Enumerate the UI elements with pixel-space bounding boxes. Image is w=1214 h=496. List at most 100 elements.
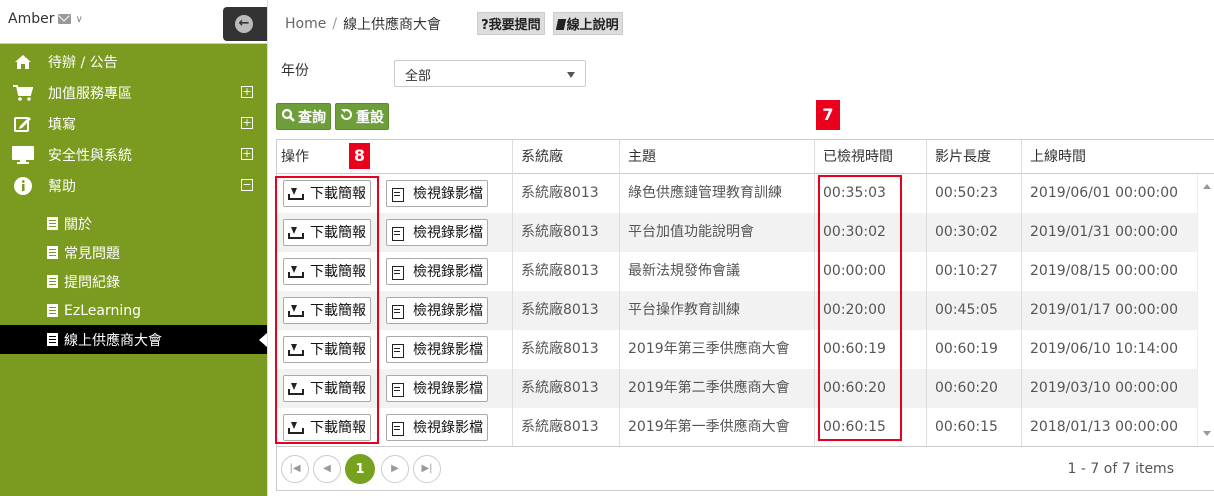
cell-vendor: 系統廠8013 xyxy=(512,174,619,213)
collapse-icon[interactable]: − xyxy=(241,179,253,191)
search-icon xyxy=(281,108,295,126)
cell-topic: 平台操作教育訓練 xyxy=(619,291,814,330)
view-recording-label: 檢視錄影檔 xyxy=(413,341,483,358)
chevron-down-icon: ∨ xyxy=(75,13,83,25)
grid-body: 下載簡報 檢視錄影檔 系統廠8013 綠色供應鏈管理教育訓練 00:35:03 00:50… xyxy=(277,174,1197,447)
cell-online-time: 2019/01/17 00:00:00 xyxy=(1021,291,1197,330)
search-button[interactable]: 查詢 xyxy=(276,103,331,130)
expand-icon[interactable]: + xyxy=(241,148,253,160)
last-page-button[interactable]: ▶| xyxy=(413,455,441,483)
column-header-online-time[interactable]: 上線時間 xyxy=(1021,140,1197,174)
breadcrumb-separator: / xyxy=(332,15,338,32)
column-header-vendor[interactable]: 系統廠 xyxy=(512,140,619,174)
pager-info: 1 - 7 of 7 items xyxy=(1067,461,1174,477)
first-page-button[interactable]: |◀ xyxy=(281,455,309,483)
document-icon xyxy=(47,275,58,288)
expand-icon[interactable]: + xyxy=(241,117,253,129)
scroll-up-icon[interactable] xyxy=(1203,184,1211,189)
cell-video-length: 00:60:15 xyxy=(926,408,1021,447)
refresh-icon xyxy=(340,108,353,125)
view-recording-button[interactable]: 檢視錄影檔 xyxy=(386,414,488,441)
sidebar-subitem-label: 提問紀錄 xyxy=(64,274,120,291)
sidebar-item-label: 幫助 xyxy=(48,178,76,195)
year-select[interactable]: 全部 xyxy=(394,60,586,87)
column-header-viewed-time[interactable]: 已檢視時間 xyxy=(814,140,926,174)
scroll-down-icon[interactable] xyxy=(1203,431,1211,436)
view-recording-label: 檢視錄影檔 xyxy=(413,419,483,436)
search-button-label: 查詢 xyxy=(298,109,326,126)
view-recording-button[interactable]: 檢視錄影檔 xyxy=(386,336,488,363)
sidebar-item-value-added[interactable]: 加值服務專區 + xyxy=(0,77,267,108)
sidebar-item-security[interactable]: 安全性與系統 + xyxy=(0,139,267,170)
view-recording-button[interactable]: 檢視錄影檔 xyxy=(386,219,488,246)
sidebar-subitem-label: 關於 xyxy=(64,216,92,233)
main-content: Home / 線上供應商大會 ?我要提問 線上說明 年份 全部 查詢 重設 操作… xyxy=(267,0,1214,496)
sidebar-item-label: 填寫 xyxy=(48,116,76,133)
cell-online-time: 2019/01/31 00:00:00 xyxy=(1021,213,1197,252)
cell-online-time: 2019/08/15 00:00:00 xyxy=(1021,252,1197,291)
document-icon xyxy=(47,304,58,317)
arrow-left-icon: ← xyxy=(235,15,253,33)
viewed-time-highlight-box xyxy=(818,175,902,441)
document-icon xyxy=(47,217,58,230)
view-recording-label: 檢視錄影檔 xyxy=(413,302,483,319)
mail-icon xyxy=(58,14,72,24)
year-label: 年份 xyxy=(281,63,309,79)
sidebar-item-todo[interactable]: 待辦 / 公告 xyxy=(0,46,267,77)
table-row: 下載簡報 檢視錄影檔 系統廠8013 平台操作教育訓練 00:20:00 00:45:05… xyxy=(277,291,1197,330)
grid-header: 操作 系統廠 主題 已檢視時間 影片長度 上線時間 xyxy=(277,140,1214,174)
sidebar-subitem-faq[interactable]: 常見問題 xyxy=(0,238,267,267)
sidebar-subitem-question-history[interactable]: 提問紀錄 xyxy=(0,267,267,296)
column-header-topic[interactable]: 主題 xyxy=(619,140,814,174)
cell-vendor: 系統廠8013 xyxy=(512,252,619,291)
callout-badge-7: 7 xyxy=(816,100,840,130)
view-recording-button[interactable]: 檢視錄影檔 xyxy=(386,180,488,207)
online-manual-button[interactable]: 線上說明 xyxy=(552,12,623,35)
file-icon xyxy=(391,187,404,202)
file-icon xyxy=(391,304,404,319)
column-header-video-length[interactable]: 影片長度 xyxy=(926,140,1021,174)
view-recording-button[interactable]: 檢視錄影檔 xyxy=(386,297,488,324)
cell-topic: 最新法規發佈會議 xyxy=(619,252,814,291)
cell-video-length: 00:60:20 xyxy=(926,369,1021,408)
sidebar-item-help[interactable]: 幫助 − xyxy=(0,170,267,201)
ask-question-button[interactable]: ?我要提問 xyxy=(477,12,545,35)
table-row: 下載簡報 檢視錄影檔 系統廠8013 2019年第一季供應商大會 00:60:15 00:… xyxy=(277,408,1197,447)
view-recording-label: 檢視錄影檔 xyxy=(413,380,483,397)
home-icon xyxy=(11,52,35,72)
edit-icon xyxy=(11,114,35,134)
cell-topic: 2019年第二季供應商大會 xyxy=(619,369,814,408)
cell-topic: 綠色供應鏈管理教育訓練 xyxy=(619,174,814,213)
user-menu[interactable]: Amber ∨ xyxy=(8,11,83,27)
sidebar-subitem-label: EzLearning xyxy=(64,302,141,319)
sidebar-item-fill[interactable]: 填寫 + xyxy=(0,108,267,139)
cell-vendor: 系統廠8013 xyxy=(512,213,619,252)
table-row: 下載簡報 檢視錄影檔 系統廠8013 2019年第三季供應商大會 00:60:19 00:… xyxy=(277,330,1197,369)
sidebar-subitem-label: 常見問題 xyxy=(64,245,120,262)
sidebar-subitem-ezlearning[interactable]: EzLearning xyxy=(0,296,267,325)
sidebar-subitem-about[interactable]: 關於 xyxy=(0,209,267,238)
grid-scrollbar[interactable] xyxy=(1197,174,1214,446)
next-page-button[interactable]: ▶ xyxy=(381,455,409,483)
view-recording-button[interactable]: 檢視錄影檔 xyxy=(386,375,488,402)
breadcrumb-home-link[interactable]: Home xyxy=(285,16,326,32)
file-icon xyxy=(391,265,404,280)
cell-online-time: 2018/01/13 00:00:00 xyxy=(1021,408,1197,447)
sidebar-subitem-online-supplier-meeting[interactable]: 線上供應商大會 xyxy=(0,325,267,354)
cell-vendor: 系統廠8013 xyxy=(512,369,619,408)
view-recording-button[interactable]: 檢視錄影檔 xyxy=(386,258,488,285)
sidebar-header: Amber ∨ ← xyxy=(0,0,267,44)
online-manual-label: 線上說明 xyxy=(566,18,619,33)
prev-page-button[interactable]: ◀ xyxy=(313,455,341,483)
sidebar-subitem-label: 線上供應商大會 xyxy=(64,332,162,349)
expand-icon[interactable]: + xyxy=(241,86,253,98)
sidebar-menu: 待辦 / 公告 加值服務專區 + 填寫 + 安全性與系統 + 幫助 − 關於 常… xyxy=(0,46,267,354)
cell-video-length: 00:30:02 xyxy=(926,213,1021,252)
cell-video-length: 00:10:27 xyxy=(926,252,1021,291)
table-row: 下載簡報 檢視錄影檔 系統廠8013 綠色供應鏈管理教育訓練 00:35:03 00:50… xyxy=(277,174,1197,213)
current-page-button[interactable]: 1 xyxy=(345,454,375,484)
collapse-sidebar-button[interactable]: ← xyxy=(223,7,267,41)
reset-button[interactable]: 重設 xyxy=(335,103,389,130)
table-row: 下載簡報 檢視錄影檔 系統廠8013 平台加值功能說明會 00:30:02 00:30:0… xyxy=(277,213,1197,252)
cell-video-length: 00:60:19 xyxy=(926,330,1021,369)
